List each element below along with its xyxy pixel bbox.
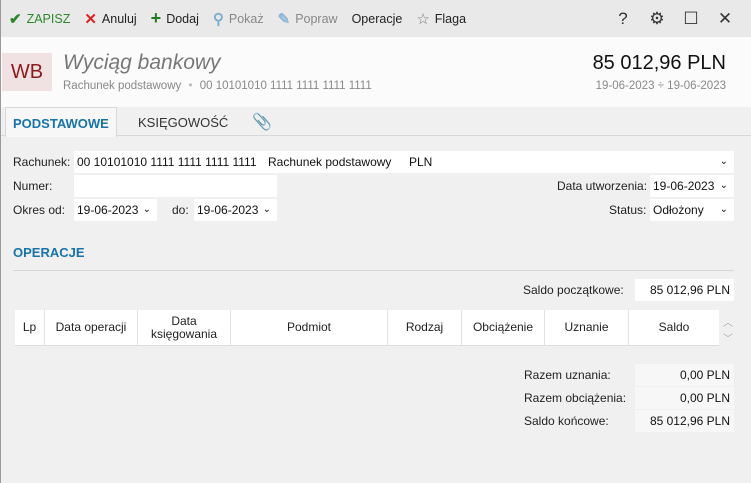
period-from-value: 19-06-2023 xyxy=(77,203,139,217)
date-range: 19-06-2023 ÷ 19-06-2023 xyxy=(595,80,726,92)
add-button[interactable]: + Dodaj xyxy=(151,8,199,29)
period-to-picker[interactable]: 19-06-2023 ⌄ xyxy=(194,199,277,221)
window-controls: ? ⚙ ☐ ✕ xyxy=(606,0,742,37)
column-debit[interactable]: Obciążenie xyxy=(462,310,545,345)
scroll-up-icon[interactable]: ︿ xyxy=(723,314,733,329)
help-button[interactable]: ? xyxy=(606,9,640,29)
created-date-label: Data utworzenia: xyxy=(557,179,648,193)
total-debits-value: 0,00 PLN xyxy=(635,387,734,409)
account-number: 00 10101010 1111 1111 1111 1111 xyxy=(199,80,372,92)
closing-balance-label: Saldo końcowe: xyxy=(524,414,609,428)
maximize-icon[interactable]: ☐ xyxy=(674,9,708,29)
column-operation-date[interactable]: Data operacji xyxy=(45,310,138,345)
closing-balance-value: 85 012,96 PLN xyxy=(635,410,734,432)
brush-icon: ✎ xyxy=(277,10,291,28)
status-label: Status: xyxy=(609,203,647,217)
opening-balance-label: Saldo początkowe: xyxy=(523,283,624,297)
column-balance[interactable]: Saldo xyxy=(629,310,719,345)
tab-podstawowe[interactable]: PODSTAWOWE xyxy=(5,107,117,137)
column-posting-date[interactable]: Data księgowania xyxy=(138,310,231,345)
chevron-down-icon: ⌄ xyxy=(719,156,728,167)
opening-balance-input[interactable]: 85 012,96 PLN xyxy=(635,279,734,301)
close-icon: ✕ xyxy=(84,10,97,28)
cancel-button[interactable]: ✕ Anuluj xyxy=(84,10,136,28)
separator: • xyxy=(188,80,193,92)
plus-icon: + xyxy=(150,8,162,28)
account-number-value: 00 10101010 1111 1111 1111 1111 xyxy=(77,155,257,169)
period-from-label: Okres od: xyxy=(13,203,66,217)
column-credit[interactable]: Uznanie xyxy=(545,310,629,345)
created-date-picker[interactable]: 19-06-2023 ⌄ xyxy=(650,175,734,197)
document-header: WB Wyciąg bankowy Rachunek podstawowy • … xyxy=(1,37,751,107)
column-entity[interactable]: Podmiot xyxy=(231,310,388,345)
attachment-icon[interactable]: 📎 xyxy=(245,107,279,136)
document-type-logo: WB xyxy=(2,53,52,91)
account-name-value: Rachunek podstawowy xyxy=(268,155,392,169)
column-lp[interactable]: Lp xyxy=(15,310,45,345)
period-from-picker[interactable]: 19-06-2023 ⌄ xyxy=(74,199,157,221)
account-label: Rachunek: xyxy=(13,155,71,169)
account-select[interactable]: 00 10101010 1111 1111 1111 1111 Rachunek… xyxy=(74,151,734,173)
total-credits-label: Razem uznania: xyxy=(524,368,611,382)
tab-bar: PODSTAWOWE KSIĘGOWOŚĆ 📎 xyxy=(1,107,751,137)
account-subtitle: Rachunek podstawowy • 00 10101010 1111 1… xyxy=(63,80,372,92)
tab-ksiegowosc[interactable]: KSIĘGOWOŚĆ xyxy=(131,107,235,136)
created-date-value: 19-06-2023 xyxy=(653,179,715,193)
period-to-value: 19-06-2023 xyxy=(197,203,259,217)
search-icon: ⚲ xyxy=(212,10,224,28)
operations-table-header: Lp Data operacji Data księgowania Podmio… xyxy=(15,310,719,346)
period-to-label: do: xyxy=(172,203,189,217)
number-label: Numer: xyxy=(13,179,53,193)
number-input[interactable] xyxy=(74,175,277,197)
edit-button[interactable]: ✎ Popraw xyxy=(278,10,338,28)
status-select[interactable]: Odłożony ⌄ xyxy=(650,199,734,221)
total-credits-value: 0,00 PLN xyxy=(635,364,734,386)
toolbar: ✔ ZAPISZ ✕ Anuluj + Dodaj ⚲ Pokaż ✎ Popraw Op… xyxy=(1,0,751,37)
divider xyxy=(13,270,734,271)
chevron-down-icon: ⌄ xyxy=(719,180,728,191)
chevron-down-icon: ⌄ xyxy=(142,204,151,215)
save-button[interactable]: ✔ ZAPISZ xyxy=(9,10,70,28)
show-button[interactable]: ⚲ Pokaż xyxy=(213,10,264,28)
check-icon: ✔ xyxy=(9,10,22,28)
operations-button[interactable]: Operacje xyxy=(352,12,403,26)
flag-button[interactable]: ☆ Flaga xyxy=(416,10,466,28)
operations-heading: OPERACJE xyxy=(13,245,85,260)
currency-value: PLN xyxy=(409,155,433,169)
scroll-down-icon[interactable]: ﹀ xyxy=(723,330,733,345)
total-debits-label: Razem obciążenia: xyxy=(524,391,627,405)
column-type[interactable]: Rodzaj xyxy=(388,310,462,345)
page-title: Wyciąg bankowy xyxy=(63,51,221,74)
close-window-icon[interactable]: ✕ xyxy=(708,9,742,29)
chevron-down-icon: ⌄ xyxy=(719,204,728,215)
status-value: Odłożony xyxy=(653,203,704,217)
account-name: Rachunek podstawowy xyxy=(63,80,182,92)
settings-icon[interactable]: ⚙ xyxy=(640,9,674,29)
chevron-down-icon: ⌄ xyxy=(262,204,271,215)
star-icon: ☆ xyxy=(416,10,430,28)
total-amount: 85 012,96 PLN xyxy=(592,52,726,74)
